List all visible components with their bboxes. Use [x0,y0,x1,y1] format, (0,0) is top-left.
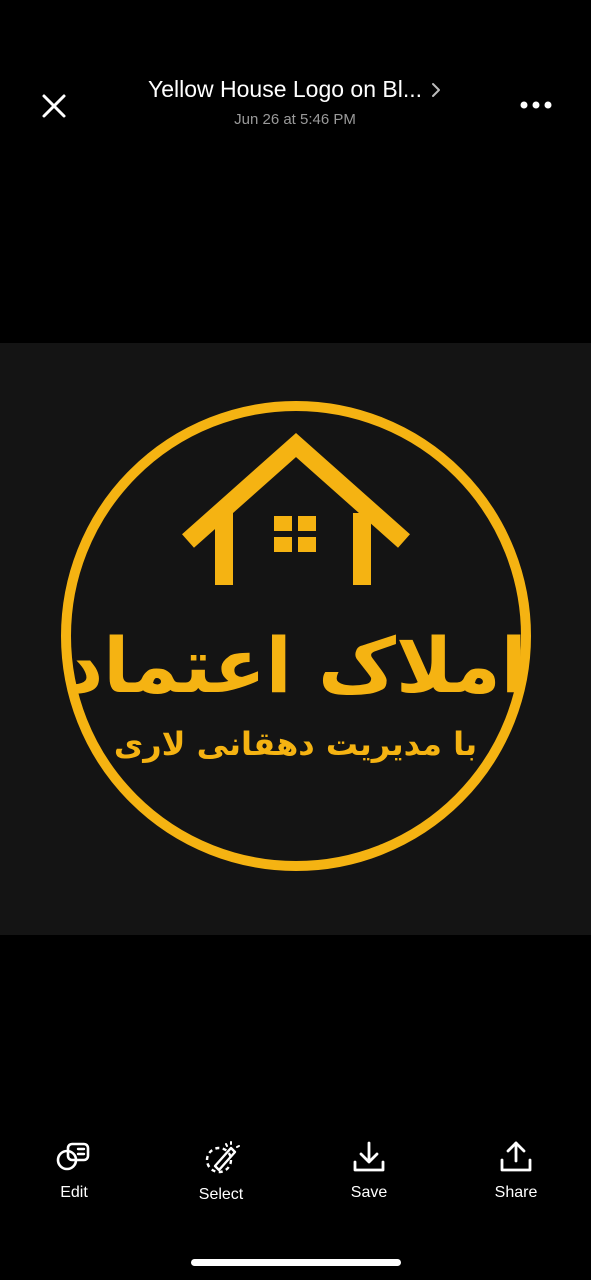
top-bar: Yellow House Logo on Bl... Jun 26 at 5:4… [0,0,591,150]
logo-title: املاک اعتماد [64,621,527,710]
bottom-toolbar: Edit Select Save Share [0,1130,591,1220]
image-title: Yellow House Logo on Bl... [147,76,423,102]
logo-subtitle: با مدیریت دهقانی لاری [113,725,478,763]
select-icon [205,1141,240,1174]
share-icon [500,1141,532,1172]
share-button[interactable]: Share [471,1140,561,1202]
share-label: Share [494,1184,538,1201]
image-timestamp: Jun 26 at 5:46 PM [234,111,356,128]
title-button[interactable]: Yellow House Logo on Bl... Jun 26 at 5:4… [110,76,480,128]
close-icon [42,94,66,118]
close-button[interactable] [36,88,72,124]
photo-viewer[interactable]: املاک اعتماد با مدیریت دهقانی لاری [0,343,591,935]
save-icon [353,1141,385,1172]
select-label: Select [198,1186,244,1203]
chevron-right-icon [432,83,441,97]
home-indicator[interactable] [191,1259,401,1266]
save-label: Save [350,1184,388,1201]
edit-button[interactable]: Edit [29,1140,119,1202]
edit-icon [56,1142,90,1171]
save-button[interactable]: Save [324,1140,414,1202]
ellipsis-icon [520,101,552,109]
more-options-button[interactable] [516,92,556,118]
edit-label: Edit [60,1184,88,1201]
select-button[interactable]: Select [176,1140,266,1204]
